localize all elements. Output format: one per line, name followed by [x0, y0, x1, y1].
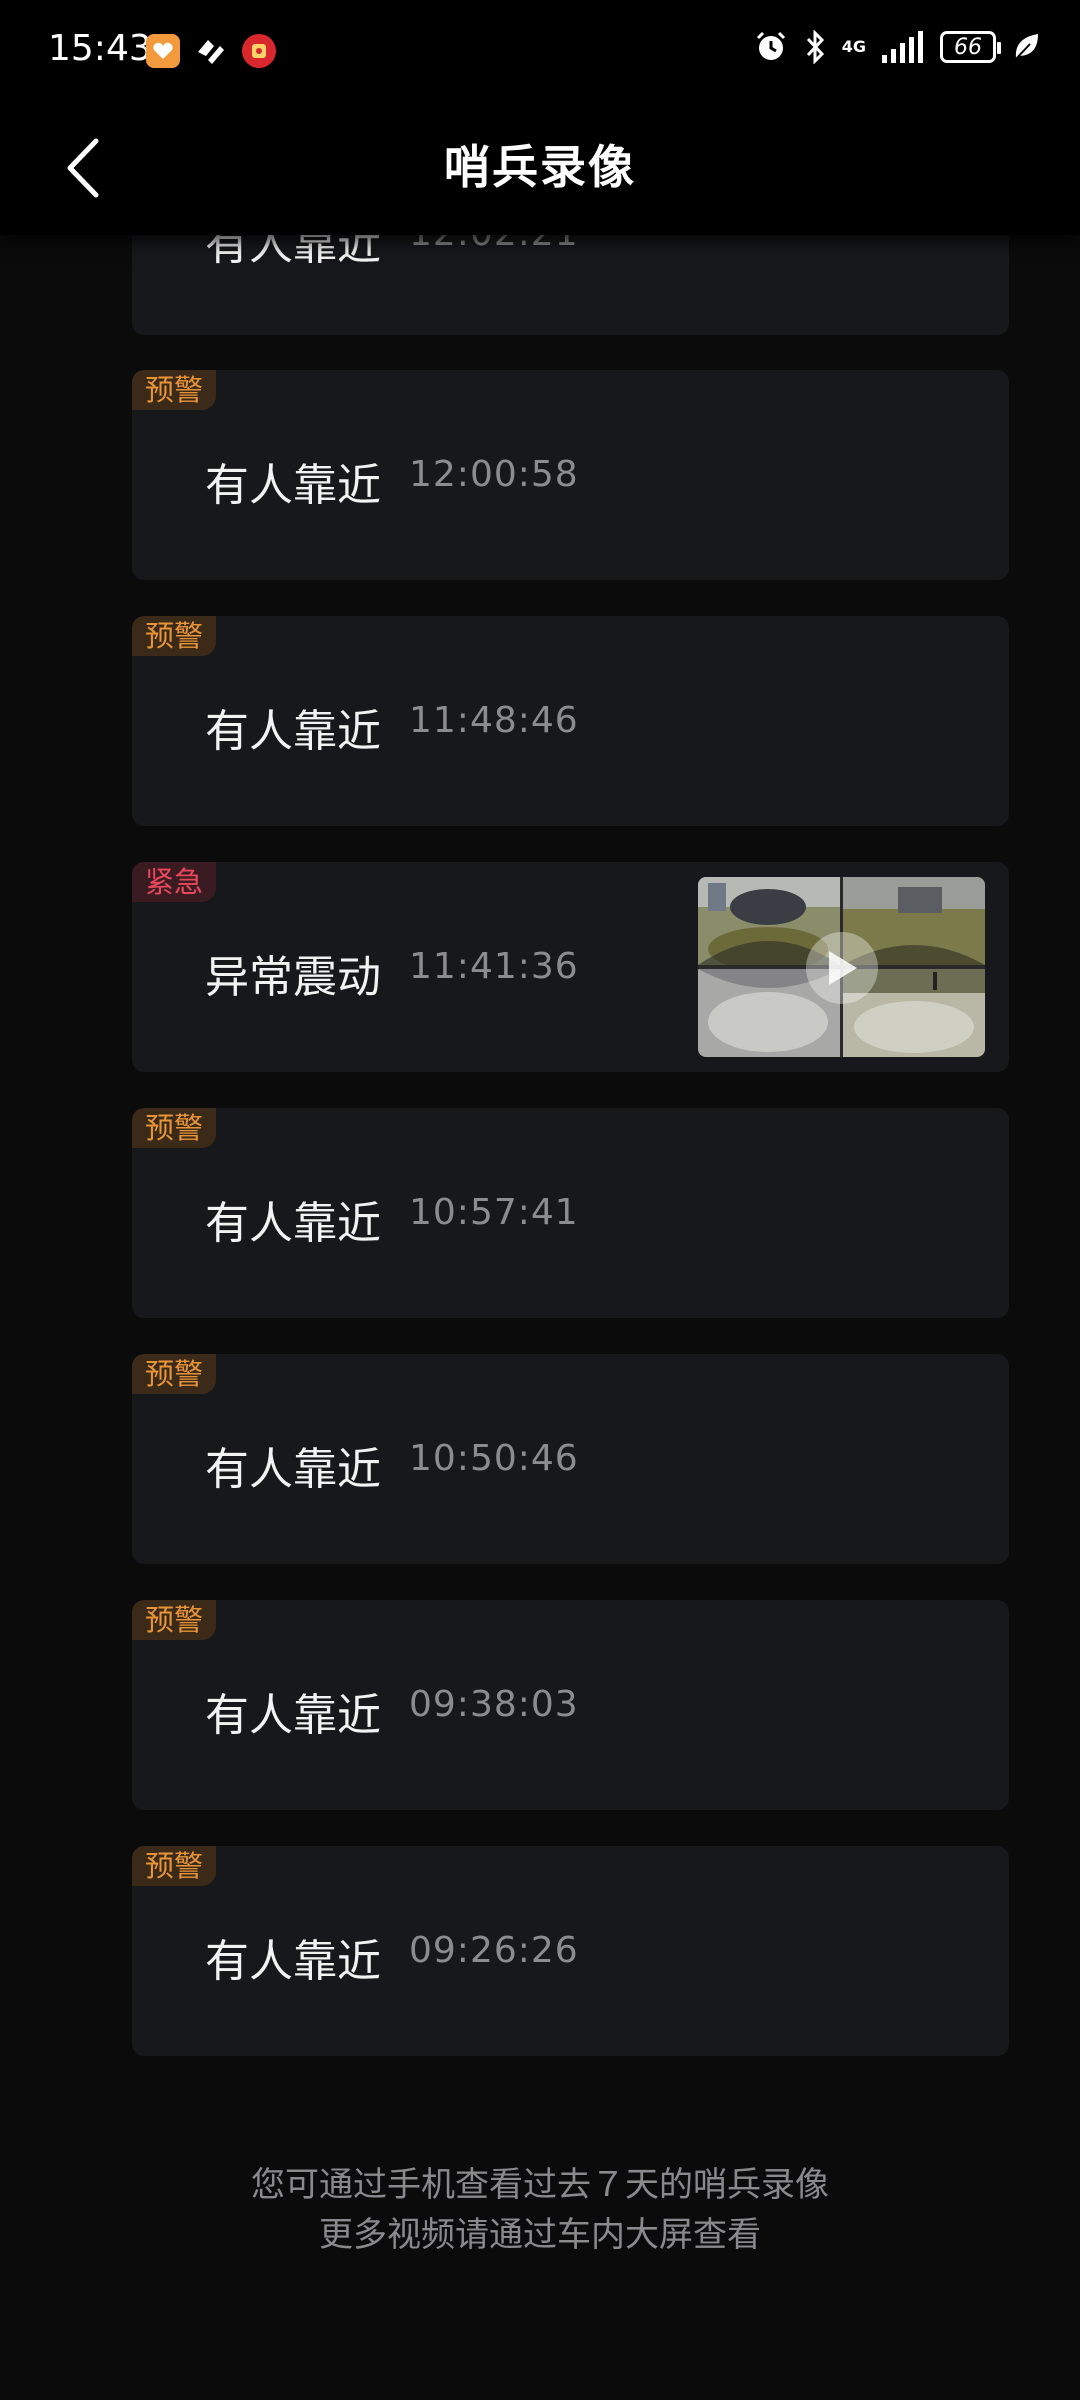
event-title: 有人靠近: [205, 1198, 381, 1249]
warning-badge: 预警: [132, 370, 217, 410]
event-time: 11:41:36: [409, 946, 579, 987]
event-time: 11:48:46: [409, 700, 579, 741]
record-card[interactable]: 紧急 异常震动 11:41:36: [132, 862, 1009, 1072]
system-status-icons: 4G 66: [754, 30, 1040, 64]
chat-app-icon: [194, 34, 228, 68]
video-thumbnail[interactable]: [698, 877, 985, 1057]
battery-indicator: 66: [940, 31, 1001, 63]
leaf-icon: [1014, 34, 1038, 61]
play-icon[interactable]: [806, 932, 878, 1004]
warning-badge: 预警: [132, 1108, 217, 1148]
signal-icon: [882, 31, 923, 63]
record-card[interactable]: 预警 有人靠近 11:48:46: [132, 616, 1009, 826]
event-title: 有人靠近: [205, 1444, 381, 1495]
alarm-icon: [756, 31, 785, 60]
footer-note-line2: 更多视频请通过车内大屏查看: [319, 2215, 761, 2255]
news-app-icon: [242, 34, 276, 68]
warning-badge: 预警: [132, 1846, 217, 1886]
record-card[interactable]: 预警 有人靠近 12:00:58: [132, 370, 1009, 580]
notification-icons: [146, 34, 276, 68]
event-time: 10:57:41: [409, 1192, 579, 1233]
record-card[interactable]: 预警 有人靠近 09:38:03: [132, 1600, 1009, 1810]
event-time: 10:50:46: [409, 1438, 579, 1479]
header: 哨兵录像: [0, 105, 1080, 235]
record-card[interactable]: 预警 有人靠近 09:26:26: [132, 1846, 1009, 2056]
event-title: 有人靠近: [205, 460, 381, 511]
event-time: 09:26:26: [409, 1930, 579, 1971]
status-bar: 15:43 4G 66: [0, 0, 1080, 105]
event-title: 有人靠近: [205, 706, 381, 757]
battery-level: 66: [954, 34, 982, 60]
warning-badge: 预警: [132, 616, 217, 656]
record-list[interactable]: 有人靠近 12:02:21 预警 有人靠近 12:00:58 预警 有人靠近 1…: [0, 0, 1080, 2400]
event-title: 异常震动: [205, 952, 381, 1003]
event-title: 有人靠近: [205, 1936, 381, 1987]
urgent-badge: 紧急: [132, 862, 217, 902]
warning-badge: 预警: [132, 1600, 217, 1640]
record-card[interactable]: 预警 有人靠近 10:50:46: [132, 1354, 1009, 1564]
warning-badge: 预警: [132, 1354, 217, 1394]
page-title: 哨兵录像: [444, 140, 636, 194]
bluetooth-icon: [806, 30, 824, 64]
footer-note-line1: 您可通过手机查看过去７天的哨兵录像: [251, 2165, 829, 2205]
event-title: 有人靠近: [205, 1690, 381, 1741]
record-card[interactable]: 预警 有人靠近 10:57:41: [132, 1108, 1009, 1318]
status-time: 15:43: [48, 28, 152, 69]
event-time: 12:00:58: [409, 454, 579, 495]
shopping-app-icon: [146, 34, 180, 68]
event-time: 09:38:03: [409, 1684, 579, 1725]
network-type: 4G: [841, 37, 866, 56]
